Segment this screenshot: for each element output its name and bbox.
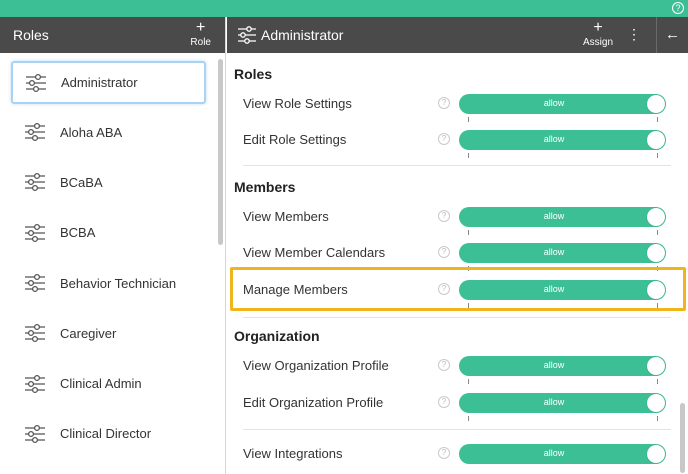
permissions-header: Administrator + Assign ⋮ ← [227,17,688,53]
toggle-text: allow [543,247,565,257]
permission-toggle[interactable]: allow [459,393,666,413]
role-label: Clinical Admin [60,376,142,392]
assign-button[interactable]: + Assign [583,19,614,49]
section-title-members: Members [234,179,296,195]
role-label: Clinical Director [60,426,152,442]
back-arrow-icon[interactable]: ← [656,17,688,53]
permission-toggle[interactable]: allow [459,94,666,114]
plus-icon: + [593,19,603,36]
role-list: Administrator Aloha ABA BCaBA BCBA Behav… [0,57,216,459]
help-icon[interactable]: ? [438,396,450,408]
role-item-caregiver[interactable]: Caregiver [0,308,216,358]
role-label: BCBA [60,225,96,241]
perm-label: View Integrations [243,446,343,461]
more-options-icon[interactable]: ⋮ [627,26,641,43]
toggle-text: allow [543,360,565,370]
permission-toggle[interactable]: allow [459,243,666,263]
toggle-knob[interactable] [647,445,665,463]
toggle-knob[interactable] [647,95,665,113]
slider-ticks [468,117,658,122]
role-item-clinical-director[interactable]: Clinical Director [0,409,216,459]
help-icon[interactable]: ? [438,97,450,109]
roles-title: Roles [13,27,49,43]
slider-ticks [468,230,658,235]
perm-row-edit-role-settings: Edit Role Settings ? allow [227,123,677,159]
permission-toggle[interactable]: allow [459,207,666,227]
slider-ticks [468,416,658,421]
toggle-text: allow [543,448,565,458]
assign-label: Assign [583,37,614,48]
sliders-icon [26,73,46,92]
role-item-clinical-admin[interactable]: Clinical Admin [0,358,216,408]
sliders-icon [25,123,45,142]
sliders-icon [25,424,45,443]
toggle-knob[interactable] [647,357,665,375]
permission-toggle[interactable]: allow [459,130,666,150]
help-icon[interactable]: ? [438,246,450,258]
role-label: Caregiver [60,325,117,341]
role-label: Administrator [61,75,138,90]
add-role-label: Role [190,37,211,48]
sliders-icon [238,26,256,44]
sliders-icon [25,273,45,293]
role-label: Aloha ABA [60,124,123,140]
help-icon[interactable]: ? [438,210,450,222]
role-item-bcba[interactable]: BCBA [0,208,216,258]
perm-row-edit-organization-profile: Edit Organization Profile ? allow [227,386,677,422]
role-list-scrollbar[interactable] [218,59,223,245]
toggle-text: allow [543,134,565,144]
plus-icon: + [196,19,206,36]
sliders-icon [25,324,45,343]
permission-toggle[interactable]: allow [459,356,666,376]
roles-header: Roles + Role [0,17,225,53]
perm-row-view-members: View Members ? allow [227,200,677,236]
section-divider [243,429,671,430]
toggle-knob[interactable] [647,244,665,262]
role-item-bcaba[interactable]: BCaBA [0,157,216,207]
add-role-button[interactable]: + Role [190,19,211,49]
permissions-scrollbar[interactable] [680,403,685,473]
section-title-roles: Roles [234,66,273,82]
perm-label: View Members [243,209,329,224]
perm-label: Edit Role Settings [243,132,347,147]
perm-label: View Role Settings [243,96,352,111]
section-divider [243,317,671,318]
top-bar: ? [0,0,688,17]
sliders-icon [25,173,45,192]
toggle-text: allow [543,98,565,108]
toggle-knob[interactable] [647,131,665,149]
role-label: Behavior Technician [60,275,177,291]
sliders-icon [25,223,45,242]
help-icon[interactable]: ? [438,133,450,145]
section-divider [243,165,671,166]
toggle-knob[interactable] [647,208,665,226]
role-title: Administrator [261,27,344,43]
highlight-frame [230,267,686,311]
toggle-text: allow [543,211,565,221]
perm-label: View Member Calendars [243,245,386,260]
perm-label: View Organization Profile [243,358,389,373]
roles-panel: Roles + Role Administrator Aloha ABA BCa… [0,17,226,474]
role-item-administrator[interactable]: Administrator [11,61,206,104]
section-title-organization: Organization [234,328,320,344]
sliders-icon [25,374,45,393]
toggle-text: allow [543,397,565,407]
slider-ticks [468,153,658,158]
permissions-content: Roles View Role Settings ? allow Edit Ro… [227,53,688,474]
perm-row-view-organization-profile: View Organization Profile ? allow [227,349,677,385]
help-icon[interactable]: ? [672,2,684,14]
help-icon[interactable]: ? [438,359,450,371]
perm-row-view-integrations: View Integrations ? allow [227,437,677,473]
toggle-knob[interactable] [647,394,665,412]
perm-row-view-role-settings: View Role Settings ? allow [227,87,677,123]
permission-toggle[interactable]: allow [459,444,666,464]
slider-ticks [468,379,658,384]
perm-label: Edit Organization Profile [243,395,384,410]
role-label: BCaBA [60,174,103,190]
role-item-behavior-technician[interactable]: Behavior Technician [0,258,216,308]
help-icon[interactable]: ? [438,447,450,459]
role-item-aloha-aba[interactable]: Aloha ABA [0,107,216,157]
permissions-panel: Administrator + Assign ⋮ ← Roles View Ro… [227,17,688,474]
